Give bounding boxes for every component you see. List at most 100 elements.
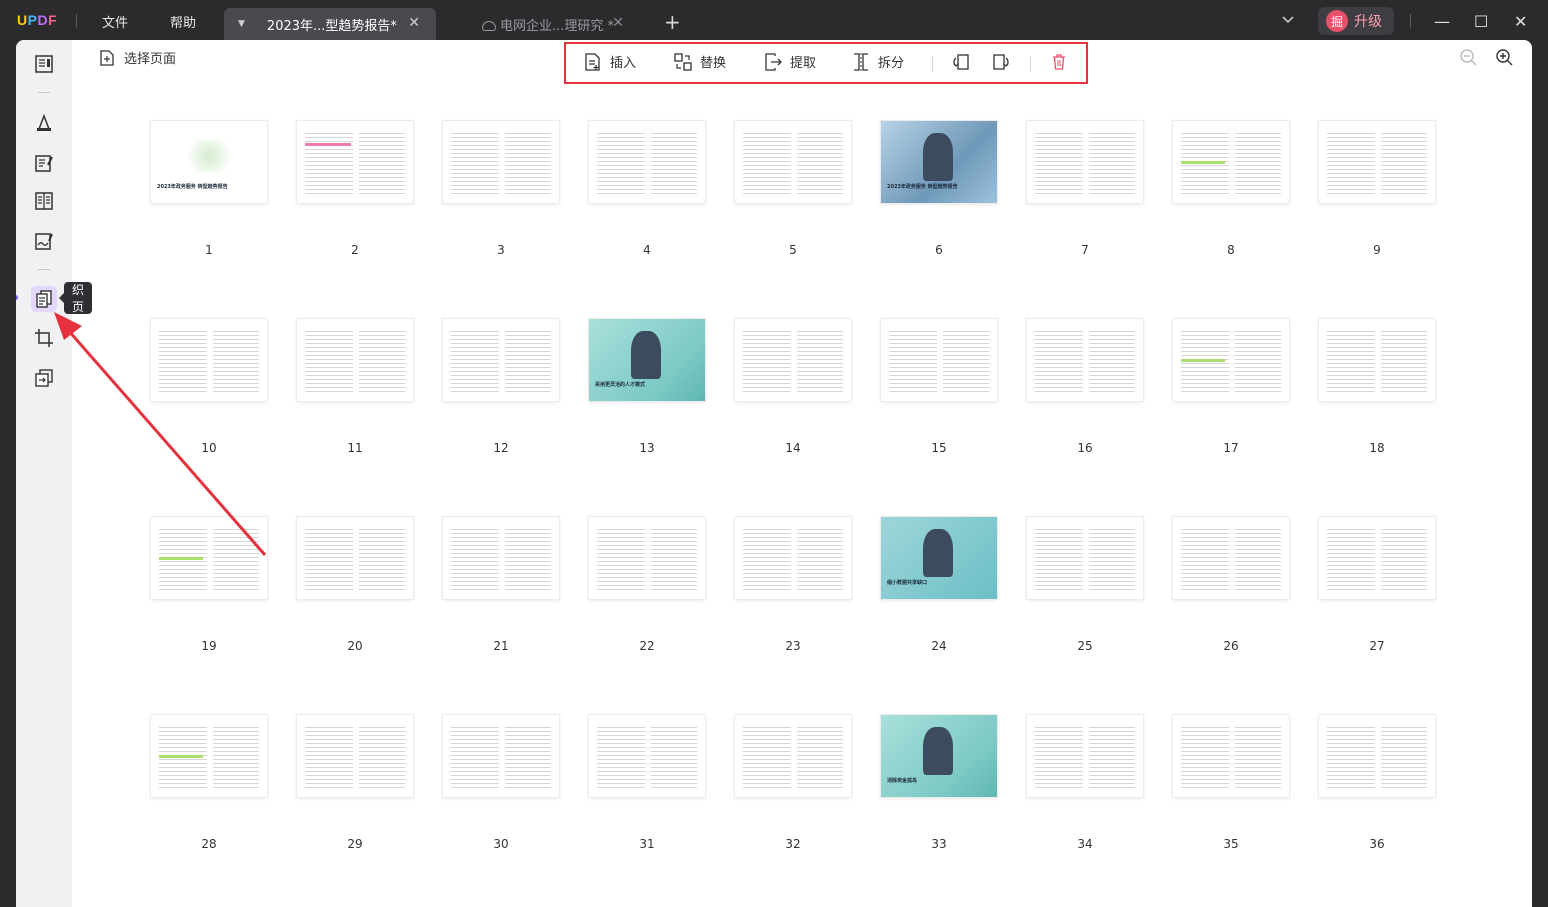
photo-person — [923, 727, 953, 775]
maximize-icon[interactable]: ☐ — [1474, 12, 1488, 31]
page-number: 32 — [785, 837, 801, 851]
page-thumbnail[interactable] — [297, 319, 413, 401]
upgrade-button[interactable]: 掘 升级 — [1318, 7, 1394, 35]
convert-icon[interactable] — [34, 368, 54, 388]
select-pages-button[interactable]: 选择页面 — [100, 48, 176, 67]
tab-label: 2023年...型趋势报告* — [266, 18, 397, 34]
tab-inactive-document[interactable]: 电网企业...理研究 * ✕ — [470, 8, 640, 40]
page-thumbnail[interactable] — [589, 715, 705, 797]
tab-close-icon[interactable]: ✕ — [408, 15, 420, 31]
page-thumbnail[interactable] — [297, 715, 413, 797]
page-thumbnail[interactable]: 消除资金孤岛 — [881, 715, 997, 797]
highlight-mark — [305, 143, 351, 146]
replace-button[interactable]: 替换 — [674, 52, 726, 71]
page-thumbnail[interactable] — [151, 319, 267, 401]
page-thumbnail[interactable]: 缩小数据共享缺口 — [881, 517, 997, 599]
thumbnail-caption: 2023年政务服务 转型趋势报告 — [887, 184, 958, 190]
highlight-mark — [159, 557, 203, 560]
column-gap — [1375, 331, 1381, 393]
page-thumbnail[interactable] — [1027, 121, 1143, 203]
zoom-out-icon[interactable] — [1459, 48, 1477, 66]
insert-label: 插入 — [610, 56, 637, 71]
page-thumbnail[interactable] — [297, 517, 413, 599]
column-gap — [499, 331, 505, 393]
page-thumbnail[interactable] — [1173, 517, 1289, 599]
tab-close-icon[interactable]: ✕ — [612, 15, 624, 31]
chevron-down-icon[interactable] — [1281, 12, 1295, 26]
page-thumbnail[interactable] — [151, 715, 267, 797]
left-sidebar: 组织页面 — [16, 40, 93, 907]
page-thumbnail[interactable]: 2023年政务服务 转型趋势报告 — [881, 121, 997, 203]
menu-file[interactable]: 文件 — [102, 12, 128, 31]
rotate-right-icon[interactable] — [992, 53, 1010, 71]
page-thumbnail[interactable] — [735, 517, 851, 599]
rotate-left-icon[interactable] — [952, 53, 970, 71]
column-gap — [1375, 727, 1381, 789]
divider — [76, 14, 77, 28]
page-thumbnail[interactable] — [1319, 715, 1435, 797]
page-thumbnail[interactable] — [151, 517, 267, 599]
page-thumbnail[interactable] — [881, 319, 997, 401]
reader-icon[interactable] — [34, 54, 54, 74]
replace-icon — [674, 52, 692, 71]
page-thumbnail[interactable] — [1027, 517, 1143, 599]
page-number: 20 — [347, 639, 363, 653]
photo-person — [923, 529, 953, 577]
page-thumbnail[interactable] — [1173, 121, 1289, 203]
page-thumbnail[interactable]: 采用更灵活的人才模式 — [589, 319, 705, 401]
page-thumbnail[interactable] — [1027, 715, 1143, 797]
menu-help[interactable]: 帮助 — [170, 12, 196, 31]
page-number: 17 — [1223, 441, 1239, 455]
comment-icon[interactable] — [34, 113, 54, 133]
page-thumbnail[interactable] — [443, 715, 559, 797]
crop-icon[interactable] — [34, 328, 54, 348]
page-thumbnail[interactable] — [1173, 715, 1289, 797]
page-thumbnail[interactable] — [1027, 319, 1143, 401]
page-thumbnail[interactable] — [1173, 319, 1289, 401]
divider — [932, 56, 933, 72]
page-thumbnail[interactable] — [589, 517, 705, 599]
column-gap — [353, 331, 359, 393]
page-thumbnail[interactable] — [443, 517, 559, 599]
new-tab-icon[interactable]: + — [664, 10, 681, 34]
organize-pages-icon[interactable] — [34, 289, 54, 309]
page-thumbnail[interactable] — [735, 319, 851, 401]
page-thumbnail[interactable] — [1319, 319, 1435, 401]
page-number: 23 — [785, 639, 801, 653]
minimize-icon[interactable]: — — [1434, 12, 1450, 31]
extract-label: 提取 — [790, 56, 817, 71]
delete-icon[interactable] — [1050, 53, 1068, 71]
thumbnail-caption: 缩小数据共享缺口 — [887, 580, 928, 586]
page-thumbnail[interactable] — [589, 121, 705, 203]
page-number: 35 — [1223, 837, 1239, 851]
updf-logo: UPDF — [17, 12, 58, 28]
page-number: 3 — [497, 243, 505, 257]
close-window-icon[interactable]: ✕ — [1514, 12, 1527, 31]
page-thumbnail[interactable] — [735, 715, 851, 797]
page-thumbnail[interactable] — [443, 121, 559, 203]
insert-icon — [585, 52, 600, 71]
zoom-in-icon[interactable] — [1495, 48, 1513, 66]
page-number: 25 — [1077, 639, 1093, 653]
page-thumbnail[interactable] — [1319, 121, 1435, 203]
extract-button[interactable]: 提取 — [764, 52, 816, 71]
page-number: 24 — [931, 639, 947, 653]
page-thumbnail[interactable] — [735, 121, 851, 203]
page-thumbnail[interactable] — [443, 319, 559, 401]
edit-icon[interactable] — [34, 153, 54, 173]
page-number: 1 — [205, 243, 213, 257]
page-number: 2 — [351, 243, 359, 257]
thumbnail-caption: 采用更灵活的人才模式 — [595, 382, 646, 388]
page-number: 31 — [639, 837, 655, 851]
form-icon[interactable] — [34, 191, 54, 211]
sign-icon[interactable] — [34, 231, 54, 251]
insert-button[interactable]: 插入 — [584, 52, 636, 71]
tab-caret-icon[interactable]: ▼ — [238, 19, 245, 29]
page-thumbnail[interactable]: 2023年政务服务 转型趋势报告 — [151, 121, 267, 203]
column-gap — [645, 133, 651, 195]
page-thumbnail[interactable] — [1319, 517, 1435, 599]
page-number: 12 — [493, 441, 509, 455]
split-button[interactable]: 拆分 — [852, 52, 904, 71]
page-thumbnail[interactable] — [297, 121, 413, 203]
tab-active-document[interactable]: ▼ 2023年...型趋势报告* ✕ — [224, 8, 436, 40]
